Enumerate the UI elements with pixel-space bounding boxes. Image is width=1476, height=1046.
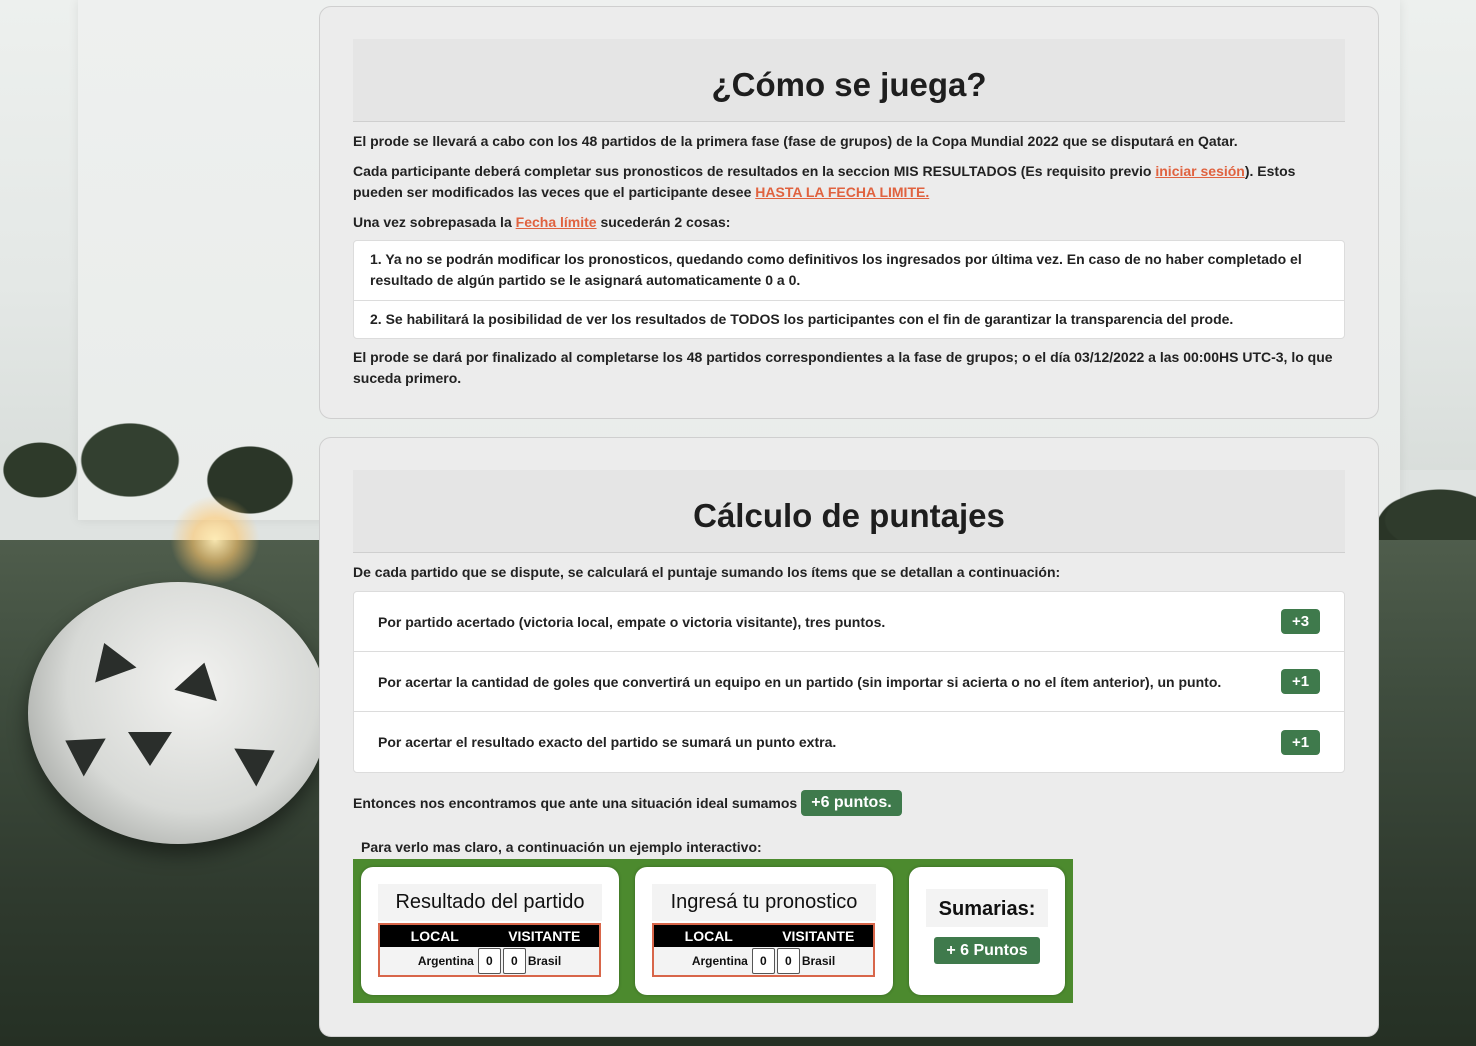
prediction-panel: Ingresá tu pronostico LOCAL VISITANTE Ar… <box>635 867 893 995</box>
how-to-play-card: ¿Cómo se juega? El prode se llevará a ca… <box>319 6 1379 419</box>
scoring-item-text: Por acertar la cantidad de goles que con… <box>378 673 1222 690</box>
scoring-item: Por partido acertado (victoria local, em… <box>354 592 1344 652</box>
scoring-item: Por acertar la cantidad de goles que con… <box>354 652 1344 712</box>
local-header: LOCAL <box>410 928 459 944</box>
background-sun <box>170 495 260 585</box>
match-row: Argentina 0 0 Brasil <box>380 947 599 975</box>
result-visitor-score-input[interactable]: 0 <box>502 948 526 974</box>
result-local-score-input[interactable]: 0 <box>477 948 501 974</box>
ball-panel <box>174 656 226 702</box>
soccer-ball-image <box>28 582 328 844</box>
summary-title: Sumarias: <box>926 889 1048 927</box>
list-item: 1. Ya no se podrán modificar los pronost… <box>354 241 1344 301</box>
match-result-panel: Resultado del partido LOCAL VISITANTE Ar… <box>361 867 619 995</box>
rules-paragraph-3-text-a: Una vez sobrepasada la <box>353 214 516 230</box>
rules-paragraph-1: El prode se llevará a cabo con los 48 pa… <box>353 133 1238 149</box>
ball-panel <box>128 732 172 766</box>
ideal-points-badge: +6 puntos. <box>801 790 902 816</box>
scoring-items-list: Por partido acertado (victoria local, em… <box>353 591 1345 773</box>
points-badge: +1 <box>1281 669 1320 694</box>
match-result-table: LOCAL VISITANTE Argentina 0 0 Brasil <box>378 923 601 977</box>
local-team-name: Argentina <box>417 954 474 968</box>
points-badge: +1 <box>1281 729 1320 755</box>
scoring-intro: De cada partido que se dispute, se calcu… <box>353 564 1061 580</box>
ball-panel <box>234 731 286 787</box>
summary-panel: Sumarias: + 6 Puntos <box>909 867 1065 995</box>
local-team-name: Argentina <box>691 954 748 968</box>
rules-paragraph-2-text-a: Cada participante deberá completar sus p… <box>353 163 1156 179</box>
prediction-visitor-score-input[interactable]: 0 <box>776 948 800 974</box>
visitor-header: VISITANTE <box>782 928 855 944</box>
match-result-title: Resultado del partido <box>378 884 602 921</box>
scoring-item: Por acertar el resultado exacto del part… <box>354 712 1344 772</box>
after-deadline-list: 1. Ya no se podrán modificar los pronost… <box>353 240 1345 339</box>
scoring-item-text: Por acertar el resultado exacto del part… <box>378 734 837 750</box>
visitor-header: VISITANTE <box>508 928 581 944</box>
rules-paragraph-3-text-b: sucederán 2 cosas: <box>596 214 731 230</box>
visitor-team-name: Brasil <box>527 954 562 968</box>
visitor-team-name: Brasil <box>801 954 836 968</box>
ball-panel <box>54 721 106 777</box>
rules-paragraph-3: Una vez sobrepasada la Fecha límite suce… <box>353 212 1345 233</box>
points-badge: +3 <box>1281 609 1320 634</box>
interactive-example: Resultado del partido LOCAL VISITANTE Ar… <box>353 859 1073 1003</box>
prediction-title: Ingresá tu pronostico <box>652 884 876 921</box>
example-label: Para verlo mas claro, a continuación un … <box>361 839 762 855</box>
match-row: Argentina 0 0 Brasil <box>654 947 873 975</box>
list-item: 2. Se habilitará la posibilidad de ver l… <box>370 311 1234 327</box>
ball-panel <box>83 635 137 683</box>
prediction-table: LOCAL VISITANTE Argentina 0 0 Brasil <box>652 923 875 977</box>
match-table-header: LOCAL VISITANTE <box>380 925 599 947</box>
scoring-item-text: Por partido acertado (victoria local, em… <box>378 613 886 630</box>
how-to-play-title: ¿Cómo se juega? <box>711 66 987 103</box>
login-link[interactable]: iniciar sesión <box>1155 163 1244 179</box>
total-points-badge: + 6 Puntos <box>934 937 1040 964</box>
deadline-link[interactable]: HASTA LA FECHA LIMITE. <box>755 184 929 200</box>
rules-paragraph-4: El prode se dará por finalizado al compl… <box>353 349 1333 386</box>
deadline-date-link[interactable]: Fecha límite <box>516 214 597 230</box>
scoring-header: Cálculo de puntajes <box>353 470 1345 553</box>
rules-paragraph-2: Cada participante deberá completar sus p… <box>353 161 1345 203</box>
scoring-title: Cálculo de puntajes <box>693 497 1005 534</box>
how-to-play-header: ¿Cómo se juega? <box>353 39 1345 122</box>
ideal-situation-text: Entonces nos encontramos que ante una si… <box>353 795 798 811</box>
match-table-header: LOCAL VISITANTE <box>654 925 873 947</box>
ideal-situation-line: Entonces nos encontramos que ante una si… <box>353 790 1345 816</box>
local-header: LOCAL <box>684 928 733 944</box>
prediction-local-score-input[interactable]: 0 <box>751 948 775 974</box>
scoring-card: Cálculo de puntajes De cada partido que … <box>319 437 1379 1037</box>
